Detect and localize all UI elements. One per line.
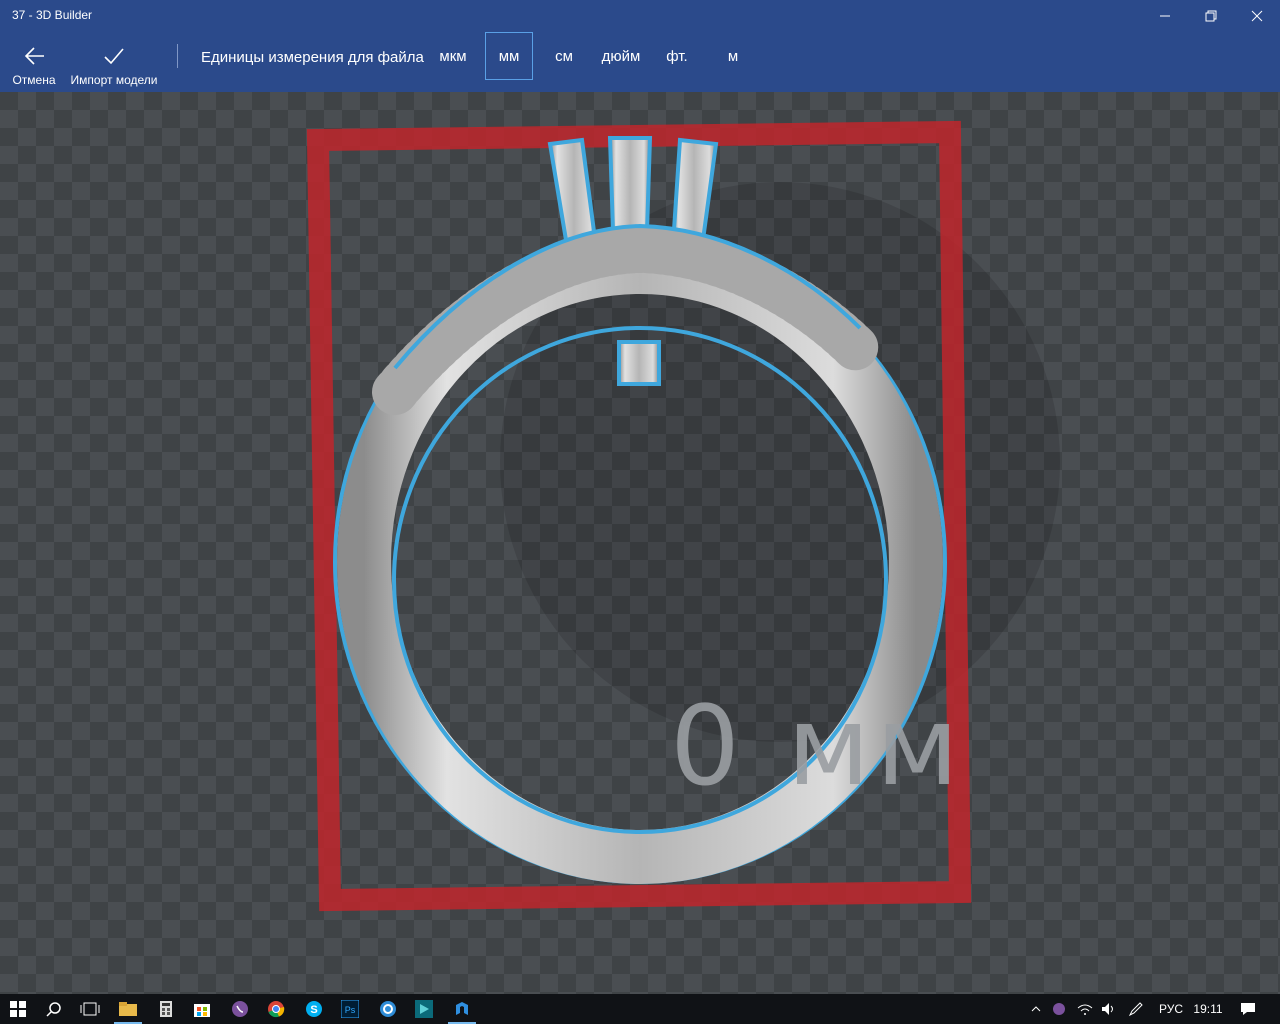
3d-builder-icon[interactable] <box>444 994 480 1024</box>
media-app-icon[interactable] <box>406 994 442 1024</box>
back-arrow-icon <box>23 44 45 68</box>
svg-text:S: S <box>310 1004 317 1016</box>
window-title: 37 - 3D Builder <box>12 8 93 22</box>
wifi-icon[interactable] <box>1074 994 1096 1024</box>
unit-option-ft[interactable]: фт. <box>656 32 698 80</box>
app-icon[interactable] <box>370 994 406 1024</box>
calculator-icon[interactable] <box>148 994 184 1024</box>
restore-icon <box>1205 10 1217 22</box>
file-explorer-icon[interactable] <box>110 994 146 1024</box>
units-label: Единицы измерения для файла <box>201 49 424 66</box>
pen-icon[interactable] <box>1124 994 1148 1024</box>
minimize-button[interactable] <box>1142 0 1188 32</box>
cancel-button[interactable]: Отмена <box>8 32 60 92</box>
taskbar: S Ps РУС 19:11 <box>0 994 1280 1024</box>
photoshop-icon[interactable]: Ps <box>332 994 368 1024</box>
show-hidden-icons-chevron-icon[interactable] <box>1026 994 1046 1024</box>
close-icon <box>1251 10 1263 22</box>
toolbar-separator <box>177 44 178 68</box>
chrome-icon[interactable] <box>258 994 294 1024</box>
cancel-label: Отмена <box>12 73 56 87</box>
windows-start-icon[interactable] <box>0 994 36 1024</box>
skype-icon[interactable]: S <box>296 994 332 1024</box>
volume-icon[interactable] <box>1098 994 1120 1024</box>
3d-viewport[interactable]: 0 мм <box>0 92 1280 994</box>
unit-option-m[interactable]: м <box>714 32 752 80</box>
close-button[interactable] <box>1234 0 1280 32</box>
clock[interactable]: 19:11 <box>1190 994 1226 1024</box>
action-center-icon[interactable] <box>1236 994 1260 1024</box>
unit-option-cm[interactable]: см <box>544 32 584 80</box>
size-readout: 0 мм <box>670 682 965 810</box>
import-toolbar: Отмена Импорт модели Единицы измерения д… <box>0 32 1280 92</box>
scene <box>306 120 1060 912</box>
unit-option-inch[interactable]: дюйм <box>594 32 648 80</box>
unit-option-mm[interactable]: мм <box>485 32 533 80</box>
unit-option-um[interactable]: мкм <box>430 32 476 80</box>
viber-tray-icon[interactable] <box>1048 994 1070 1024</box>
search-icon[interactable] <box>36 994 72 1024</box>
import-label: Импорт модели <box>70 73 158 87</box>
restore-button[interactable] <box>1188 0 1234 32</box>
checkmark-icon <box>103 44 125 68</box>
title-bar: 37 - 3D Builder <box>0 0 1280 32</box>
language-indicator[interactable]: РУС <box>1152 994 1190 1024</box>
svg-text:Ps: Ps <box>345 1005 356 1015</box>
import-model-button[interactable]: Импорт модели <box>66 32 162 92</box>
task-view-icon[interactable] <box>72 994 108 1024</box>
minimize-icon <box>1160 15 1170 17</box>
viber-icon[interactable] <box>222 994 258 1024</box>
store-icon[interactable] <box>184 994 220 1024</box>
